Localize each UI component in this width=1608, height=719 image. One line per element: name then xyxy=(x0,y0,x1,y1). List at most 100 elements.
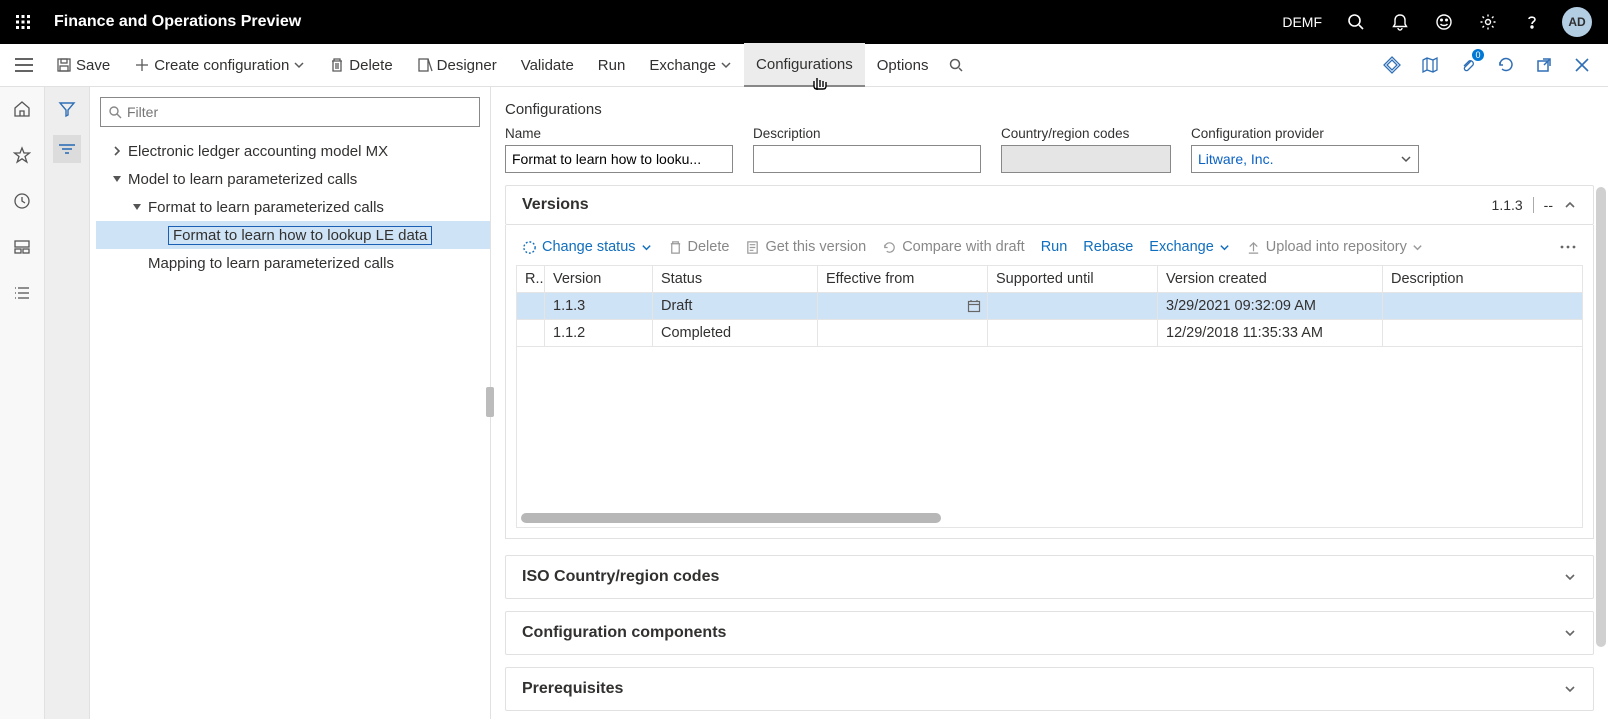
description-field[interactable] xyxy=(753,145,981,173)
popout-icon[interactable] xyxy=(1530,51,1558,79)
tree-label: Model to learn parameterized calls xyxy=(128,171,357,188)
avatar[interactable]: AD xyxy=(1562,7,1592,37)
tree-item-child1a[interactable]: Format to learn how to lookup LE data xyxy=(96,221,490,249)
tree-label: Format to learn parameterized calls xyxy=(148,199,384,216)
cell-created: 12/29/2018 11:35:33 AM xyxy=(1158,320,1383,347)
close-icon[interactable] xyxy=(1568,51,1596,79)
field-label-country: Country/region codes xyxy=(1001,126,1171,141)
ver-delete-label: Delete xyxy=(688,239,730,255)
tree-item-root2[interactable]: Model to learn parameterized calls xyxy=(96,165,490,193)
section-prereq[interactable]: Prerequisites xyxy=(505,667,1594,711)
run-button[interactable]: Run xyxy=(586,44,638,86)
section-components[interactable]: Configuration components xyxy=(505,611,1594,655)
chevron-down-icon[interactable] xyxy=(130,200,144,214)
content-pane: Configurations Name Description Country/… xyxy=(491,87,1608,719)
upload-label: Upload into repository xyxy=(1266,239,1407,255)
chevron-right-icon[interactable] xyxy=(110,144,124,158)
gear-icon[interactable] xyxy=(1474,8,1502,36)
calendar-icon xyxy=(967,299,981,313)
change-status-label: Change status xyxy=(542,239,636,255)
designer-button[interactable]: Designer xyxy=(405,44,509,86)
modules-icon[interactable] xyxy=(10,281,34,305)
delete-button[interactable]: Delete xyxy=(317,44,404,86)
tree-item-child2[interactable]: Mapping to learn parameterized calls xyxy=(96,249,490,277)
workspace-icon[interactable] xyxy=(10,235,34,259)
change-status-button[interactable]: Change status xyxy=(522,239,652,255)
compare-draft-button[interactable]: Compare with draft xyxy=(882,239,1025,255)
horizontal-scrollbar[interactable] xyxy=(521,513,941,523)
help-icon[interactable] xyxy=(1518,8,1546,36)
upload-button[interactable]: Upload into repository xyxy=(1246,239,1423,255)
configurations-tab[interactable]: Configurations xyxy=(744,43,865,87)
tree-item-child1[interactable]: Format to learn parameterized calls xyxy=(96,193,490,221)
versions-table: R... Version Status Effective from Suppo… xyxy=(516,265,1583,347)
tree-item-root1[interactable]: Electronic ledger accounting model MX xyxy=(96,137,490,165)
ver-exchange-button[interactable]: Exchange xyxy=(1149,239,1230,255)
rebase-label: Rebase xyxy=(1083,239,1133,255)
more-actions-icon[interactable] xyxy=(1559,244,1577,250)
smiley-icon[interactable] xyxy=(1430,8,1458,36)
search-icon xyxy=(108,105,122,119)
section-iso-label: ISO Country/region codes xyxy=(522,568,719,586)
diamond-icon[interactable] xyxy=(1378,51,1406,79)
cell-version: 1.1.3 xyxy=(545,293,653,320)
create-config-button[interactable]: Create configuration xyxy=(122,44,317,86)
chevron-down-icon[interactable] xyxy=(110,172,124,186)
cell-sup xyxy=(988,293,1158,320)
chevron-down-icon xyxy=(1563,682,1577,696)
chevron-down-icon xyxy=(1563,626,1577,640)
country-codes-field[interactable] xyxy=(1001,145,1171,173)
chevron-down-icon xyxy=(293,59,305,71)
col-header-desc[interactable]: Description xyxy=(1383,266,1583,293)
col-header-eff[interactable]: Effective from xyxy=(818,266,988,293)
map-icon[interactable] xyxy=(1416,51,1444,79)
filter-lines-icon[interactable] xyxy=(53,135,81,163)
delete-label: Delete xyxy=(349,57,392,74)
provider-select[interactable]: Litware, Inc. xyxy=(1191,145,1419,173)
filter-input[interactable] xyxy=(100,97,480,127)
col-header-sup[interactable]: Supported until xyxy=(988,266,1158,293)
save-label: Save xyxy=(76,57,110,74)
search-icon xyxy=(948,57,964,73)
rebase-button[interactable]: Rebase xyxy=(1083,239,1133,255)
get-version-button[interactable]: Get this version xyxy=(745,239,866,255)
tree-leaf-icon xyxy=(150,228,164,242)
col-header-status[interactable]: Status xyxy=(653,266,818,293)
col-header-version[interactable]: Version xyxy=(545,266,653,293)
bell-icon[interactable] xyxy=(1386,8,1414,36)
ver-run-button[interactable]: Run xyxy=(1041,239,1068,255)
ver-run-label: Run xyxy=(1041,239,1068,255)
clock-icon[interactable] xyxy=(10,189,34,213)
ver-delete-button[interactable]: Delete xyxy=(668,239,730,255)
table-row[interactable]: 1.1.2 Completed 12/29/2018 11:35:33 AM xyxy=(517,320,1583,347)
tree-leaf-icon xyxy=(130,256,144,270)
validate-button[interactable]: Validate xyxy=(509,44,586,86)
options-button[interactable]: Options xyxy=(865,44,941,86)
company-code[interactable]: DEMF xyxy=(1282,14,1322,30)
save-button[interactable]: Save xyxy=(44,44,122,86)
versions-summary-extra: -- xyxy=(1544,197,1553,213)
search-icon[interactable] xyxy=(1342,8,1370,36)
exchange-button[interactable]: Exchange xyxy=(637,44,744,86)
home-icon[interactable] xyxy=(10,97,34,121)
col-header-created[interactable]: Version created xyxy=(1158,266,1383,293)
refresh-icon[interactable] xyxy=(1492,51,1520,79)
hamburger-icon[interactable] xyxy=(4,45,44,85)
tree-label: Electronic ledger accounting model MX xyxy=(128,143,388,160)
options-label: Options xyxy=(877,57,929,74)
vertical-scrollbar[interactable] xyxy=(1596,187,1606,647)
name-field[interactable] xyxy=(505,145,733,173)
col-header-r[interactable]: R... xyxy=(517,266,545,293)
cell-eff[interactable] xyxy=(818,293,988,320)
section-iso[interactable]: ISO Country/region codes xyxy=(505,555,1594,599)
save-icon xyxy=(56,57,72,73)
get-version-label: Get this version xyxy=(765,239,866,255)
table-row[interactable]: 1.1.3 Draft 3/29/2021 09:32:09 AM xyxy=(517,293,1583,320)
versions-header[interactable]: Versions 1.1.3 -- xyxy=(505,185,1594,225)
filter-funnel-icon[interactable] xyxy=(53,95,81,123)
compare-draft-label: Compare with draft xyxy=(902,239,1025,255)
waffle-icon[interactable] xyxy=(6,5,40,39)
star-icon[interactable] xyxy=(10,143,34,167)
search-command[interactable] xyxy=(940,44,972,86)
attachments-icon[interactable] xyxy=(1454,51,1482,79)
